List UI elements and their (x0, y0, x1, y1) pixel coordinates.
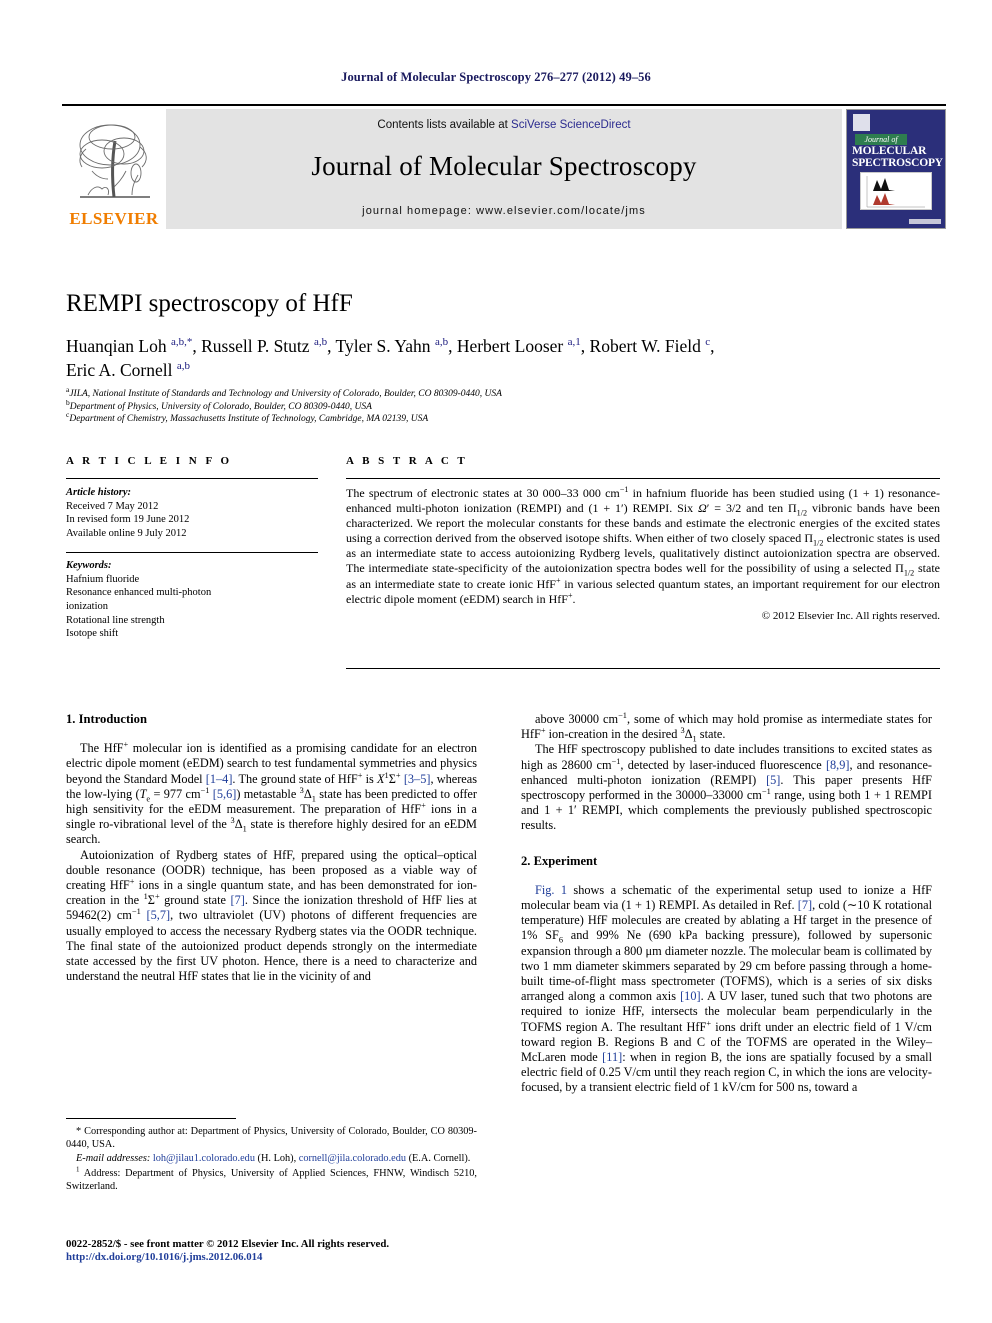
article-info-rule (66, 478, 318, 479)
footnote-corresponding-author: * Corresponding author at: Department of… (66, 1126, 477, 1150)
abstract-rule (346, 478, 940, 479)
contents-available-line: Contents lists available at SciVerse Sci… (166, 119, 842, 131)
journal-title: Journal of Molecular Spectroscopy (311, 151, 697, 181)
history-received: Received 7 May 2012 (66, 500, 159, 512)
keyword-item: Hafnium fluoride (66, 573, 140, 585)
cover-name-line2: SPECTROSCOPY (852, 157, 943, 169)
affiliation-a: aJILA, National Institute of Standards a… (66, 386, 936, 401)
article-info-column: A R T I C L E I N F O Article history: R… (66, 455, 318, 641)
abstract-heading: A B S T R A C T (346, 455, 468, 467)
journal-homepage[interactable]: journal homepage: www.elsevier.com/locat… (166, 205, 842, 217)
paper-page: Journal of Molecular Spectroscopy 276–27… (0, 0, 992, 1323)
intro-paragraph-1: The HfF+ molecular ion is identified as … (66, 740, 477, 847)
keyword-item: Resonance enhanced multi-photon (66, 587, 212, 599)
elsevier-tree-icon (79, 124, 150, 198)
article-info-heading: A R T I C L E I N F O (66, 455, 233, 467)
intro-paragraph-2: Autoionization of Rydberg states of HfF,… (66, 847, 477, 984)
affiliation-b-text: Department of Physics, University of Col… (69, 401, 372, 412)
affiliation-b: bDepartment of Physics, University of Co… (66, 398, 936, 414)
footnote-present-address: 1 Address: Department of Physics, Univer… (66, 1165, 477, 1192)
intro-paragraph-4: The HfF spectroscopy published to date i… (521, 742, 933, 833)
body-column-right: above 30000 cm−1, some of which may hold… (521, 710, 933, 1096)
contents-prefix: Contents lists available at (377, 119, 512, 131)
cover-spectrum-thumbnail (860, 172, 932, 210)
author-list: Huanqian Loh a,b,*, Russell P. Stutz a,b… (66, 336, 715, 380)
cover-journal-of-label: Journal of (855, 134, 907, 145)
section-heading-introduction: 1. Introduction (66, 712, 147, 726)
footnote-emails[interactable]: E-mail addresses: loh@jilau1.colorado.ed… (66, 1153, 477, 1166)
doi-link[interactable]: http://dx.doi.org/10.1016/j.jms.2012.06.… (66, 1251, 496, 1264)
sciencedirect-link[interactable]: SciVerse ScienceDirect (511, 119, 631, 131)
cover-spectrum-icon (866, 176, 925, 208)
intro-paragraph-3: above 30000 cm−1, some of which may hold… (521, 710, 933, 744)
abstract-bottom-rule (346, 668, 940, 669)
affiliations: aJILA, National Institute of Standards a… (66, 386, 936, 426)
experiment-paragraph-1: Fig. 1 shows a schematic of the experime… (521, 882, 933, 1095)
keyword-item: Rotational line strength (66, 614, 165, 626)
keywords-rule (66, 552, 318, 554)
keyword-item: ionization (66, 600, 108, 612)
journal-cover-thumbnail: Journal of MOLECULAR SPECTROSCOPY (846, 109, 946, 229)
elsevier-wordmark: ELSEVIER (69, 209, 159, 228)
section-heading-experiment: 2. Experiment (521, 853, 598, 868)
affiliation-c-text: Department of Chemistry, Massachusetts I… (69, 414, 429, 425)
cover-name-line1: MOLECULAR (852, 145, 927, 157)
cover-journal-name: MOLECULAR SPECTROSCOPY (852, 145, 943, 169)
history-online: Available online 9 July 2012 (66, 527, 187, 539)
affiliation-c: cDepartment of Chemistry, Massachusetts … (66, 411, 936, 426)
journal-masthead: ELSEVIER Contents lists available at Sci… (62, 104, 946, 232)
info-abstract-block: A R T I C L E I N F O Article history: R… (66, 455, 940, 685)
colophon: 0022-2852/$ - see front matter © 2012 El… (66, 1238, 496, 1265)
footnotes: * Corresponding author at: Department of… (66, 1126, 477, 1196)
masthead-center-band: Contents lists available at SciVerse Sci… (166, 109, 842, 229)
cover-elsevier-mark-icon (853, 114, 870, 131)
body-column-left: 1. Introduction The HfF+ molecular ion i… (66, 712, 477, 984)
abstract-column: A B S T R A C T The spectrum of electron… (346, 455, 940, 622)
page-title: REMPI spectroscopy of HfF (66, 290, 353, 317)
cover-footer-bar (909, 219, 941, 224)
history-revised: In revised form 19 June 2012 (66, 514, 190, 526)
article-history-label: Article history: (66, 487, 132, 498)
footnote-divider (66, 1118, 236, 1119)
elsevier-logo: ELSEVIER (62, 109, 166, 229)
abstract-body: The spectrum of electronic states at 30 … (346, 485, 941, 606)
running-head: Journal of Molecular Spectroscopy 276–27… (341, 70, 651, 84)
issn-line: 0022-2852/$ - see front matter © 2012 El… (66, 1238, 390, 1250)
abstract-copyright: © 2012 Elsevier Inc. All rights reserved… (761, 609, 940, 622)
keywords-label: Keywords: (66, 560, 112, 572)
keyword-item: Isotope shift (66, 628, 119, 640)
affiliation-a-text: JILA, National Institute of Standards an… (69, 389, 502, 399)
